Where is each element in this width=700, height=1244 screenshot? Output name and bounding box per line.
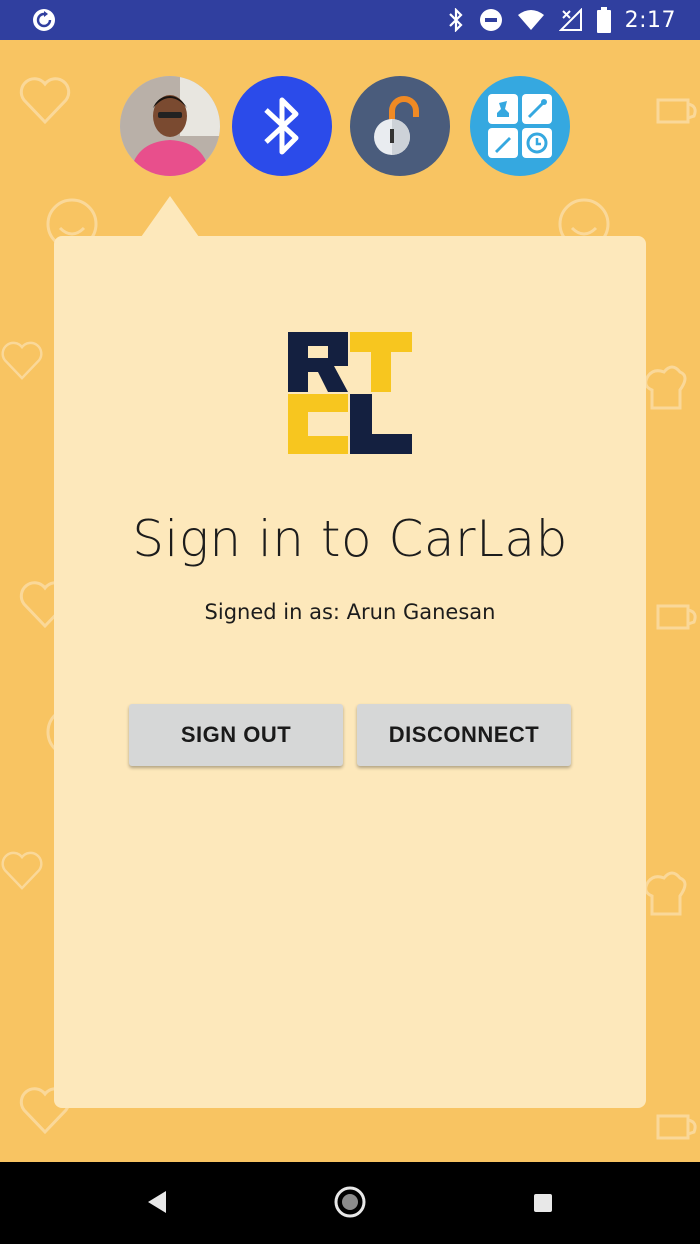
- back-icon[interactable]: [144, 1189, 168, 1215]
- status-time: 2:17: [624, 7, 676, 33]
- heart-icon: [1, 341, 43, 380]
- person-photo: [120, 76, 220, 176]
- card-pointer: [141, 196, 199, 237]
- signed-in-status: Signed in as: Arun Ganesan: [204, 600, 496, 624]
- sync-icon: [33, 9, 55, 31]
- status-bar: 2:17: [0, 0, 700, 40]
- apps-grid-icon: [488, 94, 552, 158]
- navigation-bar: [0, 1162, 700, 1244]
- teapot-icon: [656, 604, 697, 630]
- disconnect-button[interactable]: DISCONNECT: [357, 704, 571, 766]
- unlock-button[interactable]: [350, 76, 450, 176]
- profile-avatar[interactable]: [120, 76, 220, 176]
- heart-icon: [19, 77, 71, 125]
- status-icons: 2:17: [447, 0, 676, 40]
- bluetooth-icon: [448, 8, 463, 32]
- apps-button[interactable]: [470, 76, 570, 176]
- bluetooth-button[interactable]: [232, 76, 332, 176]
- do-not-disturb-icon: [479, 9, 502, 31]
- home-icon[interactable]: [333, 1185, 367, 1219]
- teapot-icon: [656, 1114, 697, 1140]
- page-title: Sign in to CarLab: [132, 510, 568, 568]
- sign-out-button[interactable]: SIGN OUT: [129, 704, 343, 766]
- heart-icon: [1, 851, 43, 890]
- wifi-icon: [517, 10, 544, 30]
- bluetooth-icon: [264, 97, 299, 155]
- no-signal-icon: [558, 8, 582, 31]
- chef-hat-icon: [644, 365, 687, 410]
- battery-icon: [596, 7, 611, 33]
- teapot-icon: [656, 98, 697, 124]
- unlock-icon: [374, 96, 419, 155]
- chef-hat-icon: [644, 871, 687, 916]
- rtcl-logo: [288, 332, 412, 454]
- recent-apps-icon[interactable]: [533, 1193, 553, 1213]
